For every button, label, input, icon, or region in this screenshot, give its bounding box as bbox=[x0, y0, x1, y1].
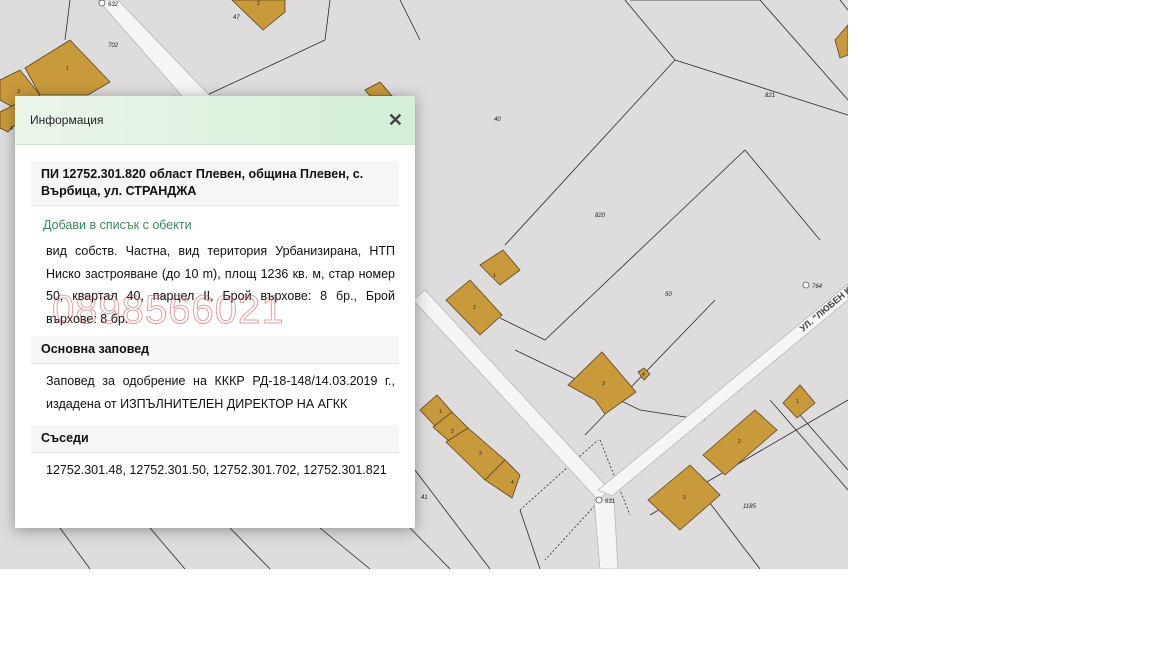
decree-text: Заповед за одобрение на КККР РД-18-148/1… bbox=[46, 374, 395, 411]
svg-text:1: 1 bbox=[493, 273, 496, 279]
svg-text:2: 2 bbox=[451, 429, 454, 435]
svg-text:2: 2 bbox=[257, 1, 260, 7]
neighbor-item: 12752.301.50, bbox=[129, 463, 210, 477]
svg-text:2: 2 bbox=[738, 439, 741, 445]
svg-text:3: 3 bbox=[683, 495, 686, 501]
decree-heading: Основна заповед bbox=[31, 336, 399, 364]
svg-text:4: 4 bbox=[10, 126, 13, 132]
parcel-description: вид собств. Частна, вид територия Урбани… bbox=[46, 244, 395, 326]
parcel-heading: ПИ 12752.301.820 област Плевен, община П… bbox=[31, 161, 399, 206]
svg-text:3: 3 bbox=[479, 451, 482, 457]
svg-text:47: 47 bbox=[233, 15, 240, 21]
svg-text:2: 2 bbox=[473, 305, 476, 311]
svg-text:1: 1 bbox=[439, 409, 442, 415]
neighbor-item: 12752.301.702, bbox=[212, 463, 300, 477]
svg-text:821: 821 bbox=[765, 93, 775, 99]
svg-text:3: 3 bbox=[17, 89, 20, 95]
close-icon[interactable]: ✕ bbox=[384, 109, 407, 131]
svg-text:40: 40 bbox=[494, 117, 501, 123]
svg-text:3: 3 bbox=[602, 381, 605, 387]
svg-text:1: 1 bbox=[796, 399, 799, 405]
neighbor-item: 12752.301.821 bbox=[303, 463, 387, 477]
svg-text:820: 820 bbox=[595, 213, 606, 219]
neighbors-list: 12752.301.48, 12752.301.50, 12752.301.70… bbox=[46, 459, 395, 482]
svg-text:702: 702 bbox=[108, 43, 119, 49]
svg-text:4: 4 bbox=[642, 372, 645, 378]
panel-header: Информация ✕ bbox=[15, 96, 415, 145]
svg-text:50: 50 bbox=[665, 292, 672, 298]
svg-text:631: 631 bbox=[605, 499, 615, 505]
svg-text:4: 4 bbox=[511, 480, 514, 486]
info-panel: Информация ✕ ПИ 12752.301.820 област Пле… bbox=[15, 96, 415, 528]
add-to-list-link[interactable]: Добави в списък с обекти bbox=[43, 218, 415, 232]
neighbors-heading: Съседи bbox=[31, 425, 399, 453]
svg-text:1: 1 bbox=[66, 66, 69, 72]
svg-text:764: 764 bbox=[812, 284, 823, 290]
svg-text:632: 632 bbox=[108, 2, 119, 8]
panel-title: Информация bbox=[30, 113, 104, 127]
svg-text:41: 41 bbox=[421, 495, 428, 501]
svg-text:1185: 1185 bbox=[743, 504, 757, 510]
neighbor-item: 12752.301.48, bbox=[46, 463, 126, 477]
